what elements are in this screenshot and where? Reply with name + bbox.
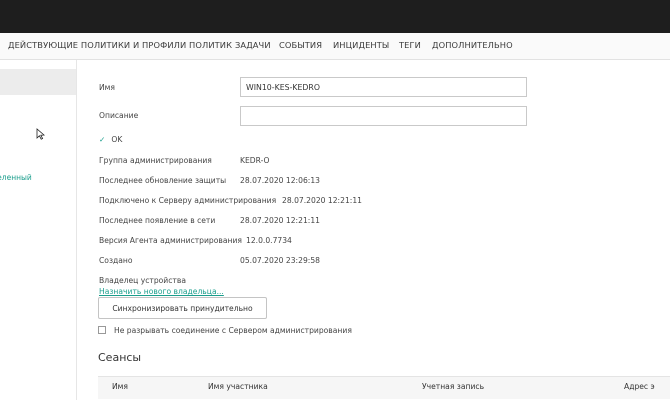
description-input[interactable] — [240, 106, 527, 126]
detail-label: Последнее появление в сети — [99, 216, 216, 225]
name-input[interactable] — [240, 77, 527, 97]
nav-tags[interactable]: ТЕГИ — [399, 40, 421, 50]
nav-policies[interactable]: ДЕЙСТВУЮЩИЕ ПОЛИТИКИ И ПРОФИЛИ ПОЛИТИК — [8, 40, 232, 50]
name-label: Имя — [99, 83, 115, 92]
nav-tasks[interactable]: ЗАДАЧИ — [235, 40, 271, 50]
main-navigation: ДЕЙСТВУЮЩИЕ ПОЛИТИКИ И ПРОФИЛИ ПОЛИТИК З… — [0, 33, 670, 60]
column-header-participant[interactable]: Имя участника — [208, 382, 268, 391]
detail-value: 05.07.2020 23:29:58 — [240, 256, 320, 265]
column-header-account[interactable]: Учетная запись — [422, 382, 484, 391]
detail-label: Группа администрирования — [99, 156, 212, 165]
keep-connection-checkbox[interactable] — [98, 326, 106, 334]
nav-additional[interactable]: ДОПОЛНИТЕЛЬНО — [432, 40, 513, 50]
column-header-address[interactable]: Адрес э — [624, 382, 655, 391]
detail-label: Версия Агента администрирования — [99, 236, 242, 245]
status-row: ✓ OK — [99, 135, 122, 144]
detail-value: 28.07.2020 12:21:11 — [282, 196, 362, 205]
nav-incidents[interactable]: ИНЦИДЕНТЫ — [333, 40, 389, 50]
sidebar-item-active[interactable] — [0, 69, 76, 95]
description-label: Описание — [99, 111, 139, 120]
sidebar: деленный — [0, 60, 77, 400]
status-text: OK — [111, 135, 123, 144]
detail-value: KEDR-O — [240, 156, 270, 165]
detail-value: 12.0.0.7734 — [246, 236, 292, 245]
sessions-title: Сеансы — [98, 351, 142, 364]
assign-owner-link[interactable]: Назначить нового владельца... — [99, 287, 224, 296]
detail-label: Последнее обновление защиты — [99, 176, 227, 185]
top-dark-bar — [0, 0, 670, 33]
check-icon: ✓ — [99, 135, 106, 144]
nav-events[interactable]: СОБЫТИЯ — [279, 40, 322, 50]
detail-label: Создано — [99, 256, 133, 265]
sessions-table-header: Имя Имя участника Учетная запись Адрес э — [98, 376, 670, 399]
keep-connection-label: Не разрывать соединение с Сервером админ… — [114, 326, 352, 335]
detail-value: 28.07.2020 12:06:13 — [240, 176, 320, 185]
detail-value: 28.07.2020 12:21:11 — [240, 216, 320, 225]
sidebar-link[interactable]: деленный — [0, 173, 32, 182]
force-sync-button[interactable]: Синхронизировать принудительно — [98, 297, 267, 319]
detail-label: Подключено к Серверу администрирования — [99, 196, 277, 205]
mouse-cursor-icon — [36, 128, 45, 140]
column-header-name[interactable]: Имя — [112, 382, 128, 391]
owner-label: Владелец устройства — [99, 276, 186, 285]
